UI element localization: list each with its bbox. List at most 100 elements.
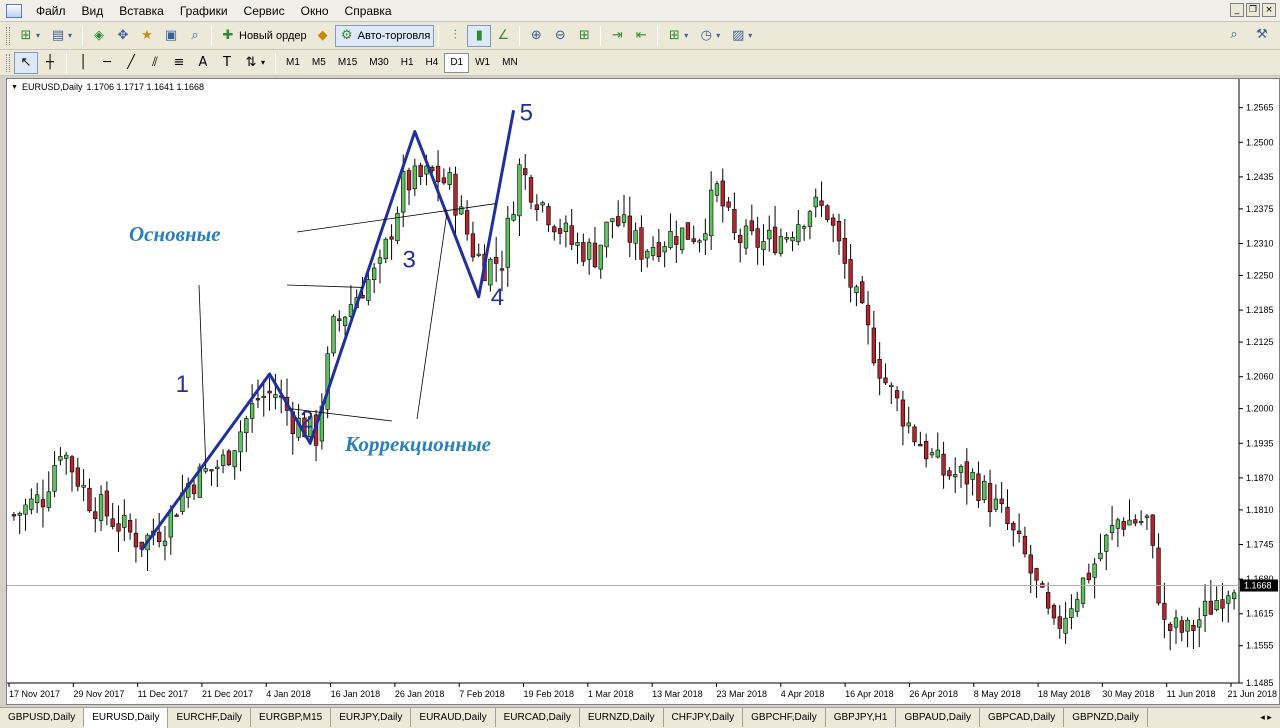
chart-tab-eurusd-daily[interactable]: EURUSD,Daily [84, 708, 169, 728]
text-button[interactable]: A [191, 52, 215, 74]
menu-charts[interactable]: Графики [172, 0, 236, 22]
terminal-button[interactable]: ▣ [159, 25, 183, 47]
corrective-wave-pointer [416, 214, 448, 420]
candlestick-button[interactable]: ▮ [467, 24, 492, 47]
equidistant-channel-button[interactable]: ⫽ [143, 52, 167, 74]
app-icon [6, 3, 22, 18]
candle-bull [1173, 617, 1179, 628]
auto-scroll-icon: ⇥ [611, 27, 623, 43]
elliott-wave-line [140, 110, 516, 551]
wave-label-3: 3 [403, 246, 416, 273]
data-window-button[interactable]: ✥ [111, 25, 135, 47]
vertical-line-button[interactable]: │ [71, 52, 95, 74]
time-tick-label: 18 May 2018 [1038, 689, 1090, 699]
menu-view[interactable]: Вид [74, 0, 112, 22]
text-label-button[interactable]: T [215, 52, 239, 74]
candle-bear [1162, 602, 1167, 620]
chart-tab-gbpnzd-daily[interactable]: GBPNZD,Daily [1064, 708, 1148, 727]
chart-tab-eurchf-daily[interactable]: EURCHF,Daily [168, 708, 252, 727]
market-watch-button[interactable]: ◈ [87, 25, 111, 47]
crosshair-button[interactable]: ┼ [38, 52, 62, 74]
autotrade-button[interactable]: ⚙ Авто-торговля [334, 24, 435, 47]
chart-tab-chfjpy-daily[interactable]: CHFJPY,Daily [664, 708, 744, 727]
candle-bull [1109, 525, 1115, 534]
timeframe-w1[interactable]: W1 [469, 53, 496, 73]
indicators-button[interactable]: ⊞ ▾ [662, 25, 694, 47]
close-icon[interactable]: × [1262, 3, 1276, 17]
timeframe-h4[interactable]: H4 [420, 53, 445, 73]
timeframe-m30[interactable]: M30 [363, 53, 394, 73]
zoom-in-button[interactable]: ⊕ [524, 25, 548, 47]
chart-tab-gbpusd-daily[interactable]: GBPUSD,Daily [0, 708, 85, 727]
metaeditor-button[interactable]: ◆ [311, 25, 335, 47]
chart-tab-gbpcad-daily[interactable]: GBPCAD,Daily [980, 708, 1065, 727]
restore-icon[interactable]: ❐ [1246, 3, 1260, 17]
auto-scroll-button[interactable]: ⇥ [605, 25, 629, 47]
chart-window[interactable]: 1.2565 1.2500 1.2435 1.2375 1.2310 1.2250 1.21… [6, 78, 1280, 705]
candle-bear [255, 398, 261, 401]
toolbar-grip[interactable] [6, 53, 10, 72]
new-chart-button[interactable]: ⊞ ▾ [14, 25, 46, 47]
menu-help[interactable]: Справка [337, 0, 400, 22]
bar-chart-button[interactable]: ⫶ [443, 25, 467, 47]
periods-button[interactable]: ◷ ▾ [694, 25, 726, 47]
timeframe-d1[interactable]: D1 [444, 52, 470, 73]
menu-file[interactable]: Файл [28, 0, 74, 22]
price-tick-label: 1.2125 [1246, 337, 1274, 347]
candle-bull [935, 449, 940, 458]
chart-tab-euraud-daily[interactable]: EURAUD,Daily [411, 708, 496, 727]
price-tick-label: 1.2250 [1246, 270, 1274, 280]
menu-tools[interactable]: Сервис [236, 0, 293, 22]
toolbar-grip[interactable] [6, 26, 10, 45]
candle-bear [947, 470, 952, 477]
candle-bear [546, 206, 551, 226]
candle-bull [929, 452, 935, 456]
timeframe-mn[interactable]: MN [496, 53, 524, 73]
candle-bull [668, 230, 673, 248]
minimize-icon[interactable]: _ [1230, 3, 1244, 17]
chart-tab-gbpchf-daily[interactable]: GBPCHF,Daily [743, 708, 826, 727]
tile-windows-button[interactable]: ⊞ [572, 25, 596, 47]
arrows-button[interactable]: ⇅ ▾ [239, 52, 271, 74]
horizontal-line-button[interactable]: ─ [95, 52, 119, 74]
candle-bull [1075, 599, 1080, 612]
templates-button[interactable]: ▨ ▾ [726, 25, 758, 47]
chart-tab-gbpjpy-h1[interactable]: GBPJPY,H1 [826, 708, 897, 727]
profiles-button[interactable]: ▤ ▾ [46, 25, 78, 47]
trendline-button[interactable]: ╱ [119, 52, 143, 74]
chart-tab-eurcad-daily[interactable]: EURCAD,Daily [496, 708, 580, 727]
line-chart-button[interactable]: ∠ [491, 25, 515, 47]
timeframe-h1[interactable]: H1 [395, 53, 420, 73]
candle-bull [958, 466, 964, 473]
cursor-icon: ↖ [20, 54, 32, 70]
menu-window[interactable]: Окно [293, 0, 337, 22]
new-order-label: Новый ордер [239, 29, 307, 42]
candle-bear [912, 426, 917, 443]
new-order-button[interactable]: ✚ Новый ордер [216, 25, 311, 47]
zoom-out-button[interactable]: ⊖ [548, 25, 572, 47]
price-tick-label: 1.2060 [1246, 372, 1274, 382]
chart-tab-eurjpy-daily[interactable]: EURJPY,Daily [331, 708, 412, 727]
navigator-button[interactable]: ★ [135, 25, 159, 47]
chart-shift-button[interactable]: ⇤ [629, 25, 653, 47]
timeframe-m15[interactable]: M15 [332, 53, 363, 73]
candle-bear [11, 514, 17, 517]
menu-insert[interactable]: Вставка [111, 0, 172, 22]
strategy-tester-button[interactable]: ⌕ [183, 25, 207, 47]
candle-bear [865, 304, 871, 326]
settings-icon[interactable]: ⚒ [1254, 27, 1270, 43]
search-icon[interactable]: ⌕ [1226, 27, 1242, 43]
candle-bear [848, 259, 853, 288]
timeframe-m5[interactable]: M5 [306, 53, 332, 73]
price-chart[interactable]: 1.2565 1.2500 1.2435 1.2375 1.2310 1.2250 1.21… [7, 79, 1279, 704]
chart-tab-gbpaud-daily[interactable]: GBPAUD,Daily [896, 708, 980, 727]
chart-tab-eurnzd-daily[interactable]: EURNZD,Daily [580, 708, 664, 727]
candle-bear [464, 210, 470, 235]
chart-tab-eurgbp-m15[interactable]: EURGBP,M15 [251, 708, 332, 727]
tab-scroll-icon[interactable]: ◂ ▸ [1252, 708, 1280, 727]
candle-bear [499, 268, 505, 271]
timeframe-m1[interactable]: M1 [280, 53, 306, 73]
cursor-button[interactable]: ↖ [14, 51, 38, 74]
fibonacci-button[interactable]: ≡ [167, 52, 191, 74]
chart-menu-icon[interactable]: ▼ [11, 84, 18, 91]
